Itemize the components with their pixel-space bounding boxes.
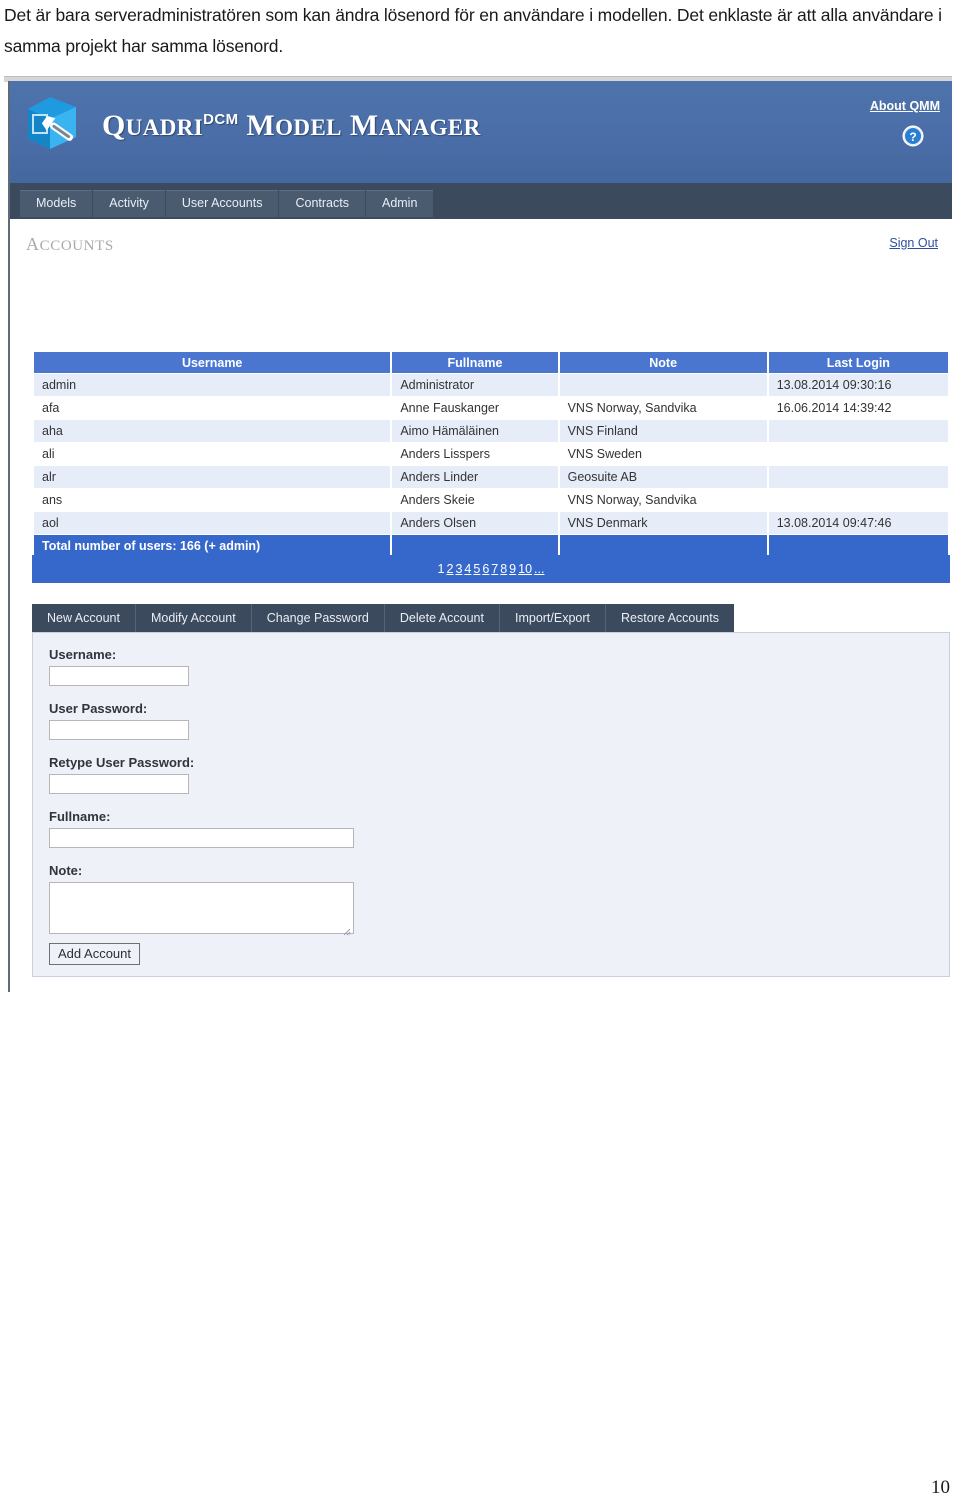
page-link-8[interactable]: 8	[500, 562, 507, 576]
cell-note: VNS Norway, Sandvika	[559, 397, 767, 419]
sign-out-link[interactable]: Sign Out	[889, 236, 938, 250]
page-link-7[interactable]: 7	[491, 562, 498, 576]
note-label: Note:	[49, 863, 83, 878]
cell-username: aol	[34, 512, 391, 534]
accounts-page-content: ACCOUNTS Sign Out Username Fullname Note…	[10, 219, 952, 992]
cube-wrench-icon	[20, 91, 84, 155]
table-total-row: Total number of users: 166 (+ admin)	[34, 535, 948, 556]
new-account-form: Username: User Password: Retype User Pas…	[32, 632, 950, 977]
table-row[interactable]: admin Administrator 13.08.2014 09:30:16	[34, 374, 948, 396]
column-header-last-login[interactable]: Last Login	[768, 352, 948, 373]
table-row[interactable]: afa Anne Fauskanger VNS Norway, Sandvika…	[34, 397, 948, 419]
retype-password-label: Retype User Password:	[49, 755, 195, 770]
page-link-6[interactable]: 6	[482, 562, 489, 576]
cell-fullname: Anders Skeie	[392, 489, 558, 511]
user-password-input[interactable]	[49, 720, 189, 740]
cell-last-login	[768, 443, 948, 465]
page-number: 10	[931, 1477, 950, 1498]
note-textarea-wrap	[49, 882, 357, 937]
cell-note: VNS Sweden	[559, 443, 767, 465]
cell-username: admin	[34, 374, 391, 396]
table-row[interactable]: aol Anders Olsen VNS Denmark 13.08.2014 …	[34, 512, 948, 534]
modify-account-button[interactable]: Modify Account	[135, 604, 252, 632]
app-header: QUADRIDCM MODEL MANAGER About QMM ?	[10, 81, 952, 183]
table-header-row: Username Fullname Note Last Login	[34, 352, 948, 373]
cell-fullname: Aimo Hämäläinen	[392, 420, 558, 442]
cell-fullname: Anders Linder	[392, 466, 558, 488]
cell-note: VNS Norway, Sandvika	[559, 489, 767, 511]
tab-models[interactable]: Models	[20, 190, 94, 217]
table-row[interactable]: alr Anders Linder Geosuite AB	[34, 466, 948, 488]
delete-account-button[interactable]: Delete Account	[384, 604, 500, 632]
cell-username: ans	[34, 489, 391, 511]
cell-fullname: Anders Lisspers	[392, 443, 558, 465]
question-mark-circle-icon[interactable]: ?	[902, 125, 924, 147]
cell-last-login: 16.06.2014 14:39:42	[768, 397, 948, 419]
restore-accounts-button[interactable]: Restore Accounts	[606, 604, 734, 632]
pagination: 1 2 3 4 5 6 7 8 9 10...	[32, 555, 950, 583]
column-header-fullname[interactable]: Fullname	[392, 352, 558, 373]
username-input[interactable]	[49, 666, 189, 686]
tab-contracts[interactable]: Contracts	[279, 190, 366, 217]
page-link-1[interactable]: 1	[438, 562, 445, 576]
column-header-username[interactable]: Username	[34, 352, 391, 373]
cell-note: Geosuite AB	[559, 466, 767, 488]
page-title: QUADRIDCM MODEL MANAGER	[102, 109, 481, 142]
cell-note: VNS Finland	[559, 420, 767, 442]
cell-last-login	[768, 489, 948, 511]
table-row[interactable]: aha Aimo Hämäläinen VNS Finland	[34, 420, 948, 442]
resize-grip-icon[interactable]	[343, 923, 351, 936]
application-screenshot: QUADRIDCM MODEL MANAGER About QMM ? Mode…	[4, 76, 952, 992]
tab-activity[interactable]: Activity	[93, 190, 166, 217]
table-row[interactable]: ans Anders Skeie VNS Norway, Sandvika	[34, 489, 948, 511]
note-textarea[interactable]	[50, 883, 357, 937]
cell-note: VNS Denmark	[559, 512, 767, 534]
page-link-10[interactable]: 10	[518, 562, 532, 576]
change-password-button[interactable]: Change Password	[251, 604, 385, 632]
cell-last-login: 13.08.2014 09:47:46	[768, 512, 948, 534]
cell-last-login	[768, 420, 948, 442]
add-account-button[interactable]: Add Account	[49, 943, 140, 965]
cell-username: alr	[34, 466, 391, 488]
cell-username: ali	[34, 443, 391, 465]
cell-last-login: 13.08.2014 09:30:16	[768, 374, 948, 396]
tab-admin[interactable]: Admin	[365, 190, 435, 217]
about-qmm-link[interactable]: About QMM	[870, 99, 940, 113]
total-spacer-fullname	[392, 535, 558, 556]
user-password-label: User Password:	[49, 701, 148, 716]
retype-password-input[interactable]	[49, 774, 189, 794]
fullname-label: Fullname:	[49, 809, 111, 824]
total-spacer-last-login	[768, 535, 948, 556]
cell-fullname: Anne Fauskanger	[392, 397, 558, 419]
page-link-9[interactable]: 9	[509, 562, 516, 576]
page-link-2[interactable]: 2	[447, 562, 454, 576]
document-paragraph: Det är bara serveradministratören som ka…	[4, 5, 942, 56]
new-account-button[interactable]: New Account	[32, 604, 136, 632]
table-row[interactable]: ali Anders Lisspers VNS Sweden	[34, 443, 948, 465]
section-heading: ACCOUNTS	[26, 234, 114, 254]
main-navigation-bar: Models Activity User Accounts Contracts …	[10, 183, 952, 219]
total-spacer-note	[559, 535, 767, 556]
import-export-button[interactable]: Import/Export	[499, 604, 607, 632]
fullname-input[interactable]	[49, 828, 354, 848]
nav-tab-list: Models Activity User Accounts Contracts …	[20, 190, 435, 217]
svg-text:?: ?	[909, 130, 916, 144]
page-link-more[interactable]: ...	[534, 562, 544, 576]
account-action-toolbar: New Account Modify Account Change Passwo…	[32, 604, 734, 632]
tab-user-accounts[interactable]: User Accounts	[165, 190, 280, 217]
column-header-note[interactable]: Note	[559, 352, 767, 373]
cell-fullname: Administrator	[392, 374, 558, 396]
username-label: Username:	[49, 647, 117, 662]
cell-username: afa	[34, 397, 391, 419]
page-link-4[interactable]: 4	[464, 562, 471, 576]
cell-username: aha	[34, 420, 391, 442]
total-users-label: Total number of users: 166 (+ admin)	[34, 535, 391, 556]
cell-last-login	[768, 466, 948, 488]
cell-fullname: Anders Olsen	[392, 512, 558, 534]
page-link-3[interactable]: 3	[455, 562, 462, 576]
page-link-5[interactable]: 5	[473, 562, 480, 576]
cell-note	[559, 374, 767, 396]
accounts-table: Username Fullname Note Last Login admin …	[32, 351, 950, 557]
